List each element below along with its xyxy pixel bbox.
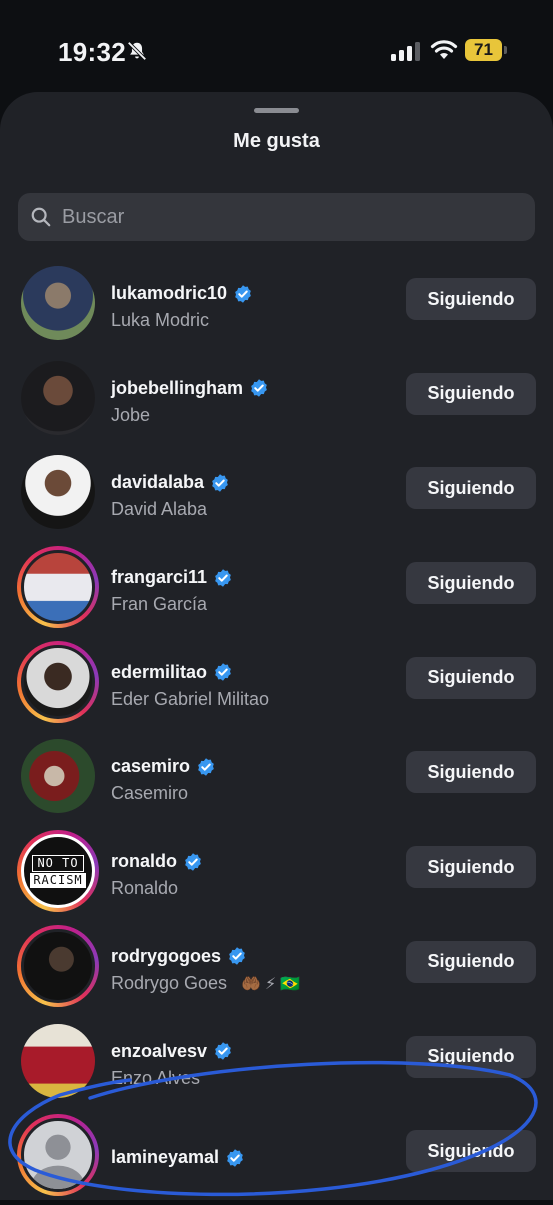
following-button[interactable]: Siguiendo (406, 940, 536, 983)
full-name: Eder Gabriel Militao (111, 688, 270, 709)
username[interactable]: frangarci11 (111, 567, 207, 588)
avatar[interactable] (17, 357, 99, 439)
bell-slash-icon (127, 41, 147, 61)
list-item-frangarci11[interactable]: frangarci11 Fran García Siguiendo (0, 542, 553, 637)
following-button[interactable]: Siguiendo (406, 562, 536, 605)
avatar-photo: NO TO RACISM (21, 834, 95, 909)
username[interactable]: casemiro (111, 756, 190, 777)
username[interactable]: lukamodric10 (111, 283, 227, 304)
search-icon (31, 207, 51, 227)
username[interactable]: enzoalvesv (111, 1041, 207, 1062)
verified-badge-icon (251, 379, 267, 397)
verified-badge-icon (235, 284, 251, 303)
following-button[interactable]: Siguiendo (406, 372, 536, 415)
username-line[interactable]: edermilitao (111, 662, 233, 683)
sheet-title: Me gusta (233, 130, 320, 152)
username-line[interactable]: enzoalvesv (111, 1041, 233, 1062)
username-line[interactable]: frangarci11 (111, 567, 233, 588)
avatar[interactable] (17, 924, 99, 1007)
list-item-lukamodric10[interactable]: lukamodric10 Luka Modric Siguiendo (0, 258, 553, 353)
search-input[interactable] (60, 204, 500, 230)
verified-badge-icon (185, 852, 201, 871)
list-item-davidalaba[interactable]: davidalaba David Alaba Siguiendo (0, 447, 553, 542)
avatar-photo (21, 360, 95, 435)
avatar[interactable] (17, 1020, 99, 1102)
username-line[interactable]: ronaldo (111, 851, 203, 872)
list-item-ronaldo[interactable]: NO TO RACISM ronaldo Ronaldo Siguiendo (0, 826, 553, 921)
username[interactable]: ronaldo (111, 851, 177, 872)
status-bar: 19:32 71 (0, 0, 553, 92)
avatar[interactable] (17, 546, 99, 629)
verified-badge-icon (229, 947, 245, 966)
avatar-text: RACISM (30, 872, 86, 888)
status-time: 19:32 (58, 37, 126, 67)
list-item-rodrygogoes[interactable]: rodrygogoes Rodrygo Goes 🤲🏾⚡🇧🇷 Siguiendo (0, 921, 553, 1016)
following-button[interactable]: Siguiendo (406, 1035, 536, 1078)
avatar-photo (21, 928, 95, 1003)
bio-emojis: 🤲🏾⚡🇧🇷 (241, 975, 305, 993)
avatar[interactable] (17, 451, 99, 533)
username[interactable]: lamineyamal (111, 1147, 219, 1168)
full-name: Jobe (111, 404, 151, 425)
full-name: Fran García (111, 594, 208, 615)
default-avatar-icon (31, 1134, 85, 1190)
verified-badge-icon (215, 568, 231, 587)
likes-list: lukamodric10 Luka Modric Siguiendo jobeb… (0, 258, 553, 1205)
likes-sheet: Me gusta lukamodric10 Luka Modric Siguie… (0, 92, 553, 1200)
full-name: Casemiro (111, 783, 189, 804)
avatar-text: NO TO (32, 854, 84, 872)
username[interactable]: rodrygogoes (111, 946, 221, 967)
avatar-photo (21, 1118, 95, 1193)
username[interactable]: jobebellingham (111, 378, 243, 399)
avatar-photo (21, 1023, 95, 1098)
list-item-edermilitao[interactable]: edermilitao Eder Gabriel Militao Siguien… (0, 637, 553, 732)
avatar-photo (21, 455, 95, 530)
avatar-photo (21, 644, 95, 719)
username-line[interactable]: casemiro (111, 756, 216, 777)
verified-badge-icon (212, 474, 228, 492)
following-button[interactable]: Siguiendo (406, 656, 536, 699)
username[interactable]: davidalaba (111, 472, 204, 493)
avatar[interactable] (17, 1114, 99, 1197)
verified-badge-icon (215, 663, 231, 681)
avatar[interactable] (17, 640, 99, 723)
full-name: Ronaldo (111, 878, 179, 899)
following-button[interactable]: Siguiendo (406, 751, 536, 794)
list-item-enzoalvesv[interactable]: enzoalvesv Enzo Alves Siguiendo (0, 1016, 553, 1111)
avatar[interactable] (17, 262, 99, 344)
full-name: Luka Modric (111, 310, 210, 330)
list-item-casemiro[interactable]: casemiro Casemiro Siguiendo (0, 731, 553, 826)
verified-badge-icon (215, 1042, 231, 1060)
full-name: Rodrygo Goes 🤲🏾⚡🇧🇷 (111, 972, 305, 993)
following-button[interactable]: Siguiendo (406, 846, 536, 889)
verified-badge-icon (198, 758, 214, 776)
avatar[interactable] (17, 735, 99, 817)
following-button[interactable]: Siguiendo (406, 467, 536, 510)
battery-cap (504, 46, 507, 54)
avatar-photo (21, 739, 95, 814)
username-line[interactable]: rodrygogoes (111, 946, 247, 967)
sheet-grabber[interactable] (254, 108, 299, 113)
search-bar[interactable] (18, 193, 535, 241)
full-name: David Alaba (111, 499, 208, 520)
username-line[interactable]: davidalaba (111, 472, 230, 493)
avatar[interactable]: NO TO RACISM (17, 830, 99, 913)
list-item-lamineyamal[interactable]: lamineyamal Siguiendo (0, 1110, 553, 1205)
verified-badge-icon (227, 1148, 243, 1167)
following-button[interactable]: Siguiendo (406, 1130, 536, 1173)
username-line[interactable]: jobebellingham (111, 378, 269, 399)
full-name: Enzo Alves (111, 1067, 201, 1088)
list-item-jobebellingham[interactable]: jobebellingham Jobe Siguiendo (0, 353, 553, 448)
avatar-photo (21, 550, 95, 625)
following-button[interactable]: Siguiendo (406, 278, 536, 320)
wifi-icon (430, 40, 458, 59)
username-line[interactable]: lukamodric10 (111, 283, 253, 304)
username[interactable]: edermilitao (111, 662, 207, 683)
avatar-photo (21, 266, 95, 340)
username-line[interactable]: lamineyamal (111, 1147, 245, 1168)
battery-icon: 71 (465, 39, 502, 61)
signal-icon (391, 42, 420, 61)
